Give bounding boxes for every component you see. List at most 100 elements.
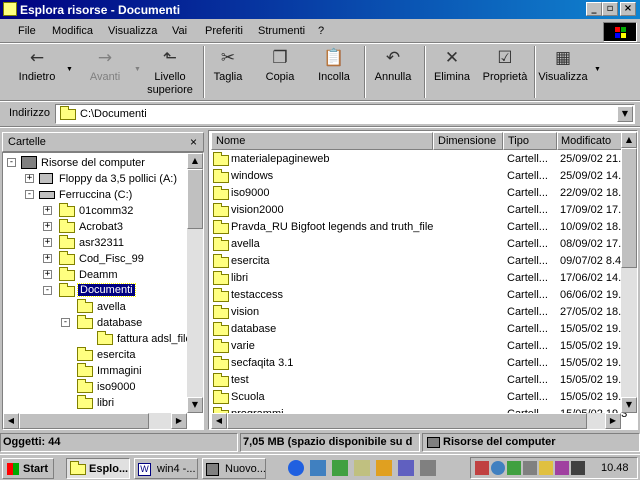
back-dropdown-icon[interactable]: ▼ (66, 66, 73, 73)
menu-modifica[interactable]: Modifica (52, 25, 93, 37)
column-header-size[interactable]: Dimensione (433, 132, 503, 150)
scroll-down-icon[interactable]: ▼ (187, 397, 203, 413)
tree-horizontal-scrollbar[interactable]: ◀ ▶ (3, 413, 187, 429)
close-button[interactable]: × (620, 2, 636, 16)
expand-icon[interactable]: + (43, 206, 52, 215)
properties-button[interactable]: ☑ Proprietà (480, 48, 530, 84)
explorer-icon (70, 461, 86, 475)
file-row[interactable]: database Cartell... 15/05/02 19.4 (211, 321, 627, 338)
list-horizontal-scrollbar[interactable]: ◀ ▶ (211, 413, 621, 429)
minimize-button[interactable]: _ (586, 2, 602, 16)
menu-visualizza[interactable]: Visualizza (108, 25, 157, 37)
scroll-thumb[interactable] (187, 169, 203, 229)
scroll-up-icon[interactable]: ▲ (187, 153, 203, 169)
expand-icon[interactable]: + (25, 174, 34, 183)
close-pane-icon[interactable]: × (190, 135, 197, 149)
tray-icon[interactable] (555, 461, 569, 475)
list-vertical-scrollbar[interactable]: ▲ ▼ (621, 132, 637, 413)
floppy-icon (39, 173, 53, 184)
collapse-icon[interactable]: - (61, 318, 70, 327)
start-button[interactable]: Start (2, 458, 54, 479)
file-row[interactable]: windows Cartell... 25/09/02 14.5 (211, 168, 627, 185)
scroll-left-icon[interactable]: ◀ (211, 413, 227, 429)
file-modified: 22/09/02 18.2 (560, 187, 628, 199)
folder-icon (213, 271, 229, 285)
up-level-button[interactable]: ⬑ Livello superiore (142, 48, 198, 97)
scroll-thumb[interactable] (227, 413, 587, 429)
forward-dropdown-icon: ▼ (134, 66, 141, 73)
column-header-type[interactable]: Tipo (503, 132, 557, 150)
copy-button[interactable]: ❐ Copia (260, 48, 300, 84)
expand-icon[interactable]: + (43, 254, 52, 263)
back-button[interactable]: ← Indietro (14, 48, 60, 84)
views-dropdown-icon[interactable]: ▼ (594, 66, 601, 73)
tray-icon[interactable] (539, 461, 553, 475)
file-row[interactable]: vision2000 Cartell... 17/09/02 17.4 (211, 202, 627, 219)
file-row[interactable]: iso9000 Cartell... 22/09/02 18.2 (211, 185, 628, 202)
maximize-button[interactable]: ▫ (602, 2, 618, 16)
cut-button[interactable]: ✂ Taglia (208, 48, 248, 84)
system-tray: 10.48 (470, 457, 638, 479)
scroll-thumb[interactable] (19, 413, 149, 429)
explorer-icon (3, 2, 17, 16)
menu-file[interactable]: File (18, 25, 36, 37)
menu-strumenti[interactable]: Strumenti (258, 25, 305, 37)
file-row[interactable]: Scuola Cartell... 15/05/02 19.3 (211, 389, 627, 406)
file-row[interactable]: materialepagineweb Cartell... 25/09/02 21.… (211, 151, 627, 168)
channels-icon[interactable] (332, 460, 348, 476)
folder-icon (59, 203, 75, 217)
editor-icon[interactable] (376, 460, 392, 476)
file-row[interactable]: test Cartell... 15/05/02 19.4 (211, 372, 627, 389)
file-row[interactable]: Pravda_RU Bigfoot legends and truth_file… (211, 219, 627, 236)
menu-preferiti[interactable]: Preferiti (205, 25, 243, 37)
expand-icon[interactable]: + (43, 222, 52, 231)
scroll-right-icon[interactable]: ▶ (605, 413, 621, 429)
file-row[interactable]: avella Cartell... 08/09/02 17.0 (211, 236, 627, 253)
search-icon[interactable] (354, 460, 370, 476)
collapse-icon[interactable]: - (7, 158, 16, 167)
scroll-down-icon[interactable]: ▼ (621, 397, 637, 413)
views-button[interactable]: ▦ Visualizza (538, 48, 588, 84)
file-name: secfaqita 3.1 (231, 357, 294, 369)
tool-icon[interactable] (420, 460, 436, 476)
file-row[interactable]: esercita Cartell... 09/07/02 8.45 (211, 253, 627, 270)
file-row[interactable]: varie Cartell... 15/05/02 19.4 (211, 338, 627, 355)
column-header-modified[interactable]: Modificato (557, 132, 623, 150)
task-explorer[interactable]: Esplo... (66, 458, 130, 479)
folder-icon (213, 254, 229, 268)
address-dropdown-button[interactable]: ▼ (617, 106, 633, 122)
collapse-icon[interactable]: - (25, 190, 34, 199)
delete-x-icon: ✕ (444, 48, 460, 68)
internet-explorer-icon[interactable] (288, 460, 304, 476)
file-row[interactable]: secfaqita 3.1 Cartell... 15/05/02 19.4 (211, 355, 627, 372)
scroll-up-icon[interactable]: ▲ (621, 132, 637, 148)
delete-button[interactable]: ✕ Elimina (430, 48, 474, 84)
folder-icon (213, 356, 229, 370)
expand-icon[interactable]: + (43, 238, 52, 247)
file-row[interactable]: vision Cartell... 27/05/02 18.0 (211, 304, 627, 321)
scroll-thumb[interactable] (621, 148, 637, 268)
menu-vai[interactable]: Vai (172, 25, 187, 37)
column-header-name[interactable]: Nome (211, 132, 433, 150)
network-icon[interactable] (310, 460, 326, 476)
tray-icon[interactable] (491, 461, 505, 475)
task-new[interactable]: Nuovo... (202, 458, 266, 479)
collapse-icon[interactable]: - (43, 286, 52, 295)
clock[interactable]: 10.48 (601, 462, 629, 474)
tray-icon[interactable] (523, 461, 537, 475)
desktop-icon[interactable] (398, 460, 414, 476)
paste-button[interactable]: 📋 Incolla (312, 48, 356, 84)
address-field[interactable]: C:\Documenti ▼ (55, 104, 635, 124)
undo-button[interactable]: ↶ Annulla (370, 48, 416, 84)
tree-vertical-scrollbar[interactable]: ▲ ▼ (187, 153, 203, 413)
tray-icon[interactable] (475, 461, 489, 475)
scroll-right-icon[interactable]: ▶ (171, 413, 187, 429)
expand-icon[interactable]: + (43, 270, 52, 279)
scroll-left-icon[interactable]: ◀ (3, 413, 19, 429)
volume-icon[interactable] (571, 461, 585, 475)
file-row[interactable]: libri Cartell... 17/06/02 14.0 (211, 270, 627, 287)
tray-icon[interactable] (507, 461, 521, 475)
task-word[interactable]: W win4 -... (134, 458, 198, 479)
file-row[interactable]: testaccess Cartell... 06/06/02 19.4 (211, 287, 627, 304)
menu-help[interactable]: ? (318, 25, 324, 37)
